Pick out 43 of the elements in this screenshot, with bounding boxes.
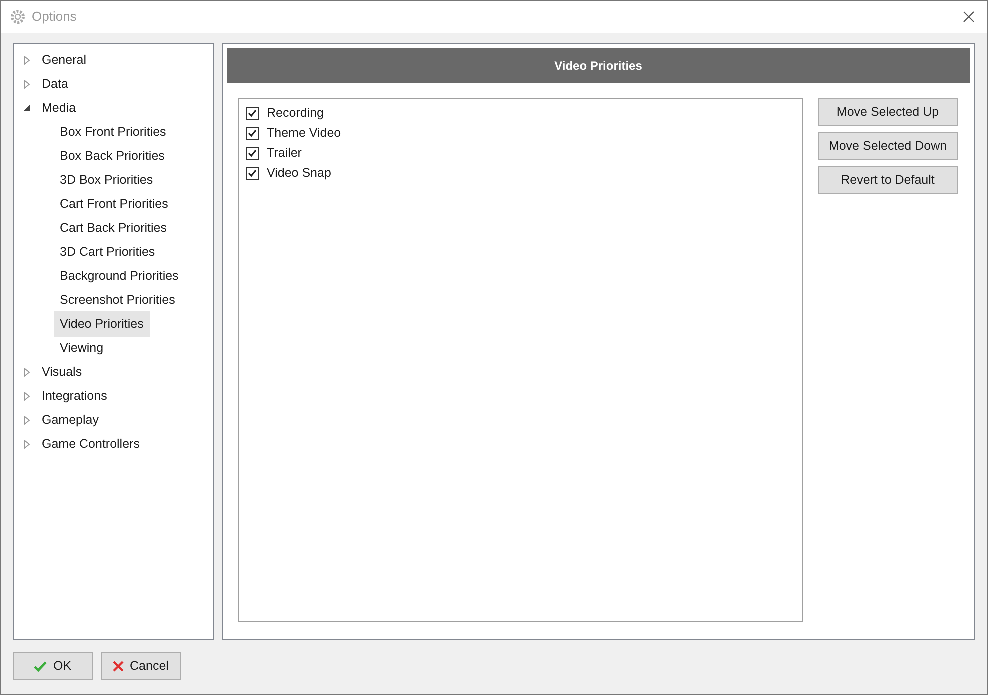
tree-item[interactable]: Background Priorities [54,262,185,290]
cancel-button[interactable]: Cancel [101,652,181,680]
tree-item[interactable]: Data [41,72,70,96]
tree-item[interactable]: Integrations [41,384,108,408]
checkmark-icon [34,660,48,672]
item-label: Trailer [267,144,302,162]
collapsed-arrow-icon[interactable] [23,56,31,64]
tree-item[interactable]: Visuals [41,360,84,384]
tree-item[interactable]: Gameplay [41,408,100,432]
ok-button[interactable]: OK [13,652,93,680]
tree-item[interactable]: Game Controllers [41,432,141,456]
tree-item[interactable]: Cart Back Priorities [54,214,173,242]
action-button[interactable]: Move Selected Up [818,98,958,126]
item-label: Recording [267,104,324,122]
tree-item[interactable]: 3D Cart Priorities [54,238,162,266]
collapsed-arrow-icon[interactable] [23,392,31,400]
tree-item[interactable]: Screenshot Priorities [54,286,182,314]
item-label: Video Snap [267,164,332,182]
cross-icon [113,660,124,672]
panel-header: Video Priorities [227,48,970,83]
collapsed-arrow-icon[interactable] [23,416,31,424]
collapsed-arrow-icon[interactable] [23,440,31,448]
tree-item[interactable]: Media [41,96,78,120]
checkbox[interactable] [246,166,259,180]
tree-item[interactable]: General [41,48,88,72]
checkbox[interactable] [246,146,259,160]
expanded-arrow-icon[interactable] [23,104,31,112]
action-button[interactable]: Revert to Default [818,166,958,194]
checkbox[interactable] [246,106,259,120]
close-icon[interactable] [963,11,975,23]
tree-item[interactable]: Box Back Priorities [54,142,171,170]
tree-item[interactable]: Viewing [54,334,110,362]
action-button[interactable]: Move Selected Down [818,132,958,160]
tree-item[interactable]: 3D Box Priorities [54,166,160,194]
tree-item[interactable]: Cart Front Priorities [54,190,174,218]
tree-item[interactable]: Video Priorities [54,310,150,338]
collapsed-arrow-icon[interactable] [23,368,31,376]
gear-icon [10,9,26,25]
item-label: Theme Video [267,124,342,142]
window-title: Options [32,8,77,26]
tree-item[interactable]: Box Front Priorities [54,118,172,146]
collapsed-arrow-icon[interactable] [23,80,31,88]
checkbox[interactable] [246,126,259,140]
